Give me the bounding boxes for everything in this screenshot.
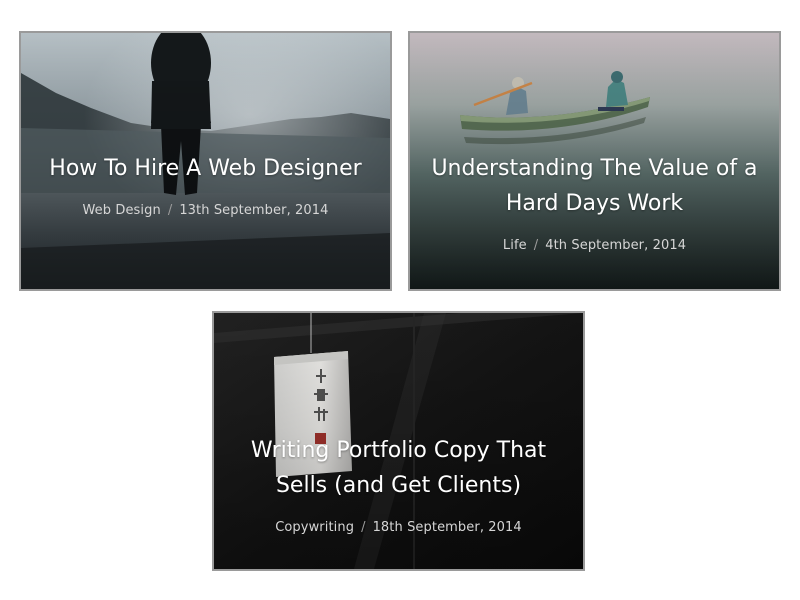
post-meta: Life / 4th September, 2014 — [410, 238, 779, 253]
post-category-link[interactable]: Life — [503, 238, 527, 253]
post-category-link[interactable]: Web Design — [82, 203, 160, 218]
post-category-link[interactable]: Copywriting — [275, 520, 354, 535]
post-meta: Web Design / 13th September, 2014 — [21, 203, 390, 218]
post-card[interactable]: How To Hire A Web Designer Web Design / 13… — [19, 31, 392, 291]
post-date: 4th September, 2014 — [545, 238, 687, 253]
post-date: 18th September, 2014 — [372, 520, 522, 535]
post-meta: Copywriting / 18th September, 2014 — [214, 520, 583, 535]
post-card-content: How To Hire A Web Designer Web Design / 13… — [21, 151, 390, 218]
meta-separator: / — [533, 238, 539, 253]
post-title-link[interactable]: Understanding The Value of a Hard Days W… — [430, 151, 760, 221]
post-card-content: Writing Portfolio Copy That Sells (and G… — [214, 433, 583, 535]
meta-separator: / — [361, 520, 366, 535]
post-title-link[interactable]: How To Hire A Web Designer — [41, 151, 371, 186]
post-card-content: Understanding The Value of a Hard Days W… — [410, 151, 779, 253]
post-date: 13th September, 2014 — [179, 203, 329, 218]
post-card[interactable]: Understanding The Value of a Hard Days W… — [408, 31, 781, 291]
post-title-link[interactable]: Writing Portfolio Copy That Sells (and G… — [234, 433, 564, 503]
post-card[interactable]: Writing Portfolio Copy That Sells (and G… — [212, 311, 585, 571]
meta-separator: / — [167, 203, 173, 218]
